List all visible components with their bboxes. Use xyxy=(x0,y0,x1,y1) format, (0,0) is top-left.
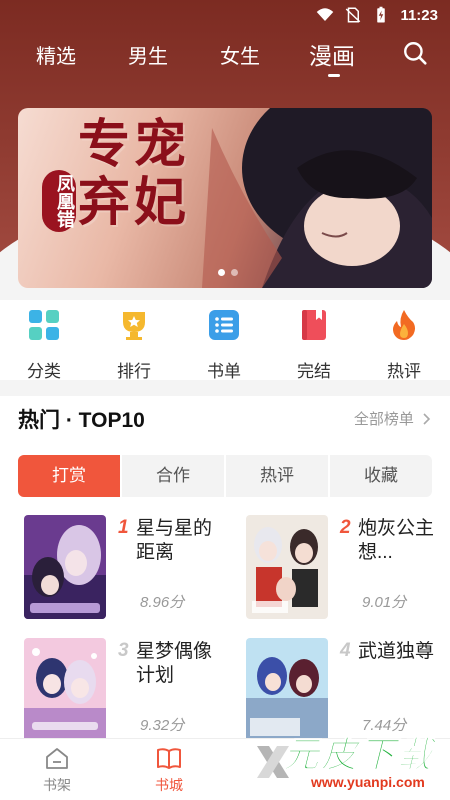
status-bar: 11:23 xyxy=(0,0,450,32)
rank-tab-reviews[interactable]: 热评 xyxy=(226,455,330,497)
tab-female[interactable]: 女生 xyxy=(220,40,260,69)
book-icon xyxy=(302,310,326,340)
view-all-rankings-link[interactable]: 全部榜单 xyxy=(354,408,432,429)
battery-charging-icon xyxy=(377,6,386,23)
book-title[interactable]: 武道独尊 xyxy=(358,640,438,664)
open-book-icon xyxy=(157,748,181,769)
carousel-dots xyxy=(218,269,238,276)
promo-banner[interactable]: 专宠 弃妃 凤凰错 xyxy=(18,108,432,288)
active-tab-indicator xyxy=(328,74,340,77)
rank-number: 1 xyxy=(118,517,129,538)
category-classify[interactable]: 分类 xyxy=(9,308,79,382)
book-score: 9.01分 xyxy=(362,594,407,611)
book-title[interactable]: 星与星的距离 xyxy=(136,517,216,565)
chevron-right-icon xyxy=(423,413,431,425)
wifi-icon xyxy=(317,8,334,21)
rank-tab-cooperation[interactable]: 合作 xyxy=(122,455,226,497)
trophy-icon xyxy=(123,312,145,340)
book-title[interactable]: 星梦偶像计划 xyxy=(136,640,216,688)
book-score: 9.32分 xyxy=(140,717,185,734)
ranking-tabs: 打赏 合作 热评 收藏 xyxy=(18,455,432,497)
hot-section-header: 热门 · TOP10 全部榜单 xyxy=(0,396,450,436)
carousel-dot[interactable] xyxy=(231,269,238,276)
grid-icon xyxy=(29,310,59,340)
watermark: 元皮下载 www.yuanpi.com xyxy=(255,724,450,800)
status-time: 11:23 xyxy=(400,6,438,24)
section-title: 热门 · TOP10 xyxy=(18,409,145,432)
no-sim-icon xyxy=(346,7,361,23)
rank-tab-favorites[interactable]: 收藏 xyxy=(330,455,432,497)
banner-title: 专宠 弃妃 xyxy=(78,114,191,233)
rank-number: 2 xyxy=(340,517,351,538)
house-icon xyxy=(46,748,68,769)
watermark-text: 元皮下载 xyxy=(282,734,436,776)
rank-number: 4 xyxy=(340,640,351,661)
category-hot-reviews[interactable]: 热评 xyxy=(369,308,439,382)
book-title[interactable]: 炮灰公主想... xyxy=(358,517,438,565)
category-shortcuts: 分类 排行 书单 完结 热评 xyxy=(0,300,450,382)
tab-male[interactable]: 男生 xyxy=(128,40,168,69)
watermark-url: www.yuanpi.com xyxy=(311,774,425,790)
category-completed[interactable]: 完结 xyxy=(279,308,349,382)
list-icon xyxy=(209,310,239,340)
tab-comics[interactable]: 漫画 xyxy=(309,37,355,71)
rank-number: 3 xyxy=(118,640,129,661)
rank-tab-tips[interactable]: 打赏 xyxy=(18,455,122,497)
book-card[interactable]: 2 炮灰公主想... 9.01分 xyxy=(246,515,446,625)
carousel-dot[interactable] xyxy=(218,269,225,276)
book-score: 8.96分 xyxy=(140,594,185,611)
tab-featured[interactable]: 精选 xyxy=(36,40,76,69)
banner-illustration xyxy=(202,108,432,288)
banner-subtitle: 凤凰错 xyxy=(42,170,76,232)
tab-bookshelf[interactable]: 书架 xyxy=(27,745,87,795)
tab-bookstore[interactable]: 书城 xyxy=(139,745,199,795)
book-cover[interactable] xyxy=(24,638,106,742)
top-nav: 精选 男生 女生 漫画 xyxy=(0,34,450,78)
search-icon[interactable] xyxy=(402,40,428,66)
book-cover[interactable] xyxy=(24,515,106,619)
flame-icon xyxy=(393,310,415,340)
book-card[interactable]: 3 星梦偶像计划 9.32分 xyxy=(24,638,224,748)
book-card[interactable]: 1 星与星的距离 8.96分 xyxy=(24,515,224,625)
category-ranking[interactable]: 排行 xyxy=(99,308,169,382)
book-cover[interactable] xyxy=(246,515,328,619)
category-booklist[interactable]: 书单 xyxy=(189,308,259,382)
